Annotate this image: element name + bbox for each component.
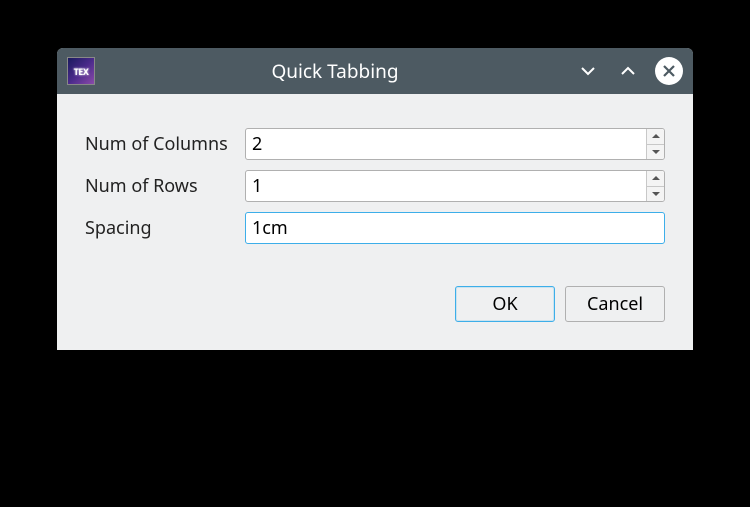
- close-button[interactable]: [655, 57, 683, 85]
- spacing-label: Spacing: [85, 216, 245, 240]
- titlebar: Quick Tabbing: [57, 48, 693, 94]
- rows-spin-up[interactable]: [647, 171, 664, 187]
- rows-row: Num of Rows: [85, 170, 665, 202]
- columns-label: Num of Columns: [85, 132, 245, 156]
- columns-spinbox[interactable]: [245, 128, 665, 160]
- close-icon: [662, 64, 676, 78]
- columns-spin-down[interactable]: [647, 145, 664, 160]
- ok-button[interactable]: OK: [455, 286, 555, 322]
- caret-down-icon: [652, 149, 660, 155]
- app-icon: [67, 57, 95, 85]
- window-controls: [575, 57, 683, 85]
- button-row: OK Cancel: [85, 286, 665, 322]
- chevron-down-icon: [579, 62, 597, 80]
- rows-input[interactable]: [246, 171, 646, 201]
- columns-spin-up[interactable]: [647, 129, 664, 145]
- columns-spin-buttons: [646, 129, 664, 159]
- caret-down-icon: [652, 191, 660, 197]
- rows-spinbox[interactable]: [245, 170, 665, 202]
- spacing-row: Spacing: [85, 212, 665, 244]
- columns-input[interactable]: [246, 129, 646, 159]
- rows-label: Num of Rows: [85, 174, 245, 198]
- dialog-window: Quick Tabbing Num of Columns: [57, 48, 693, 350]
- caret-up-icon: [652, 133, 660, 139]
- rows-spin-buttons: [646, 171, 664, 201]
- spacing-control: [245, 212, 665, 244]
- columns-control: [245, 128, 665, 160]
- dialog-content: Num of Columns Num of Rows: [57, 94, 693, 350]
- caret-up-icon: [652, 175, 660, 181]
- minimize-button[interactable]: [575, 58, 601, 84]
- rows-spin-down[interactable]: [647, 187, 664, 202]
- columns-row: Num of Columns: [85, 128, 665, 160]
- window-title: Quick Tabbing: [103, 58, 567, 84]
- cancel-button[interactable]: Cancel: [565, 286, 665, 322]
- maximize-button[interactable]: [615, 58, 641, 84]
- chevron-up-icon: [619, 62, 637, 80]
- rows-control: [245, 170, 665, 202]
- spacing-input[interactable]: [245, 212, 665, 244]
